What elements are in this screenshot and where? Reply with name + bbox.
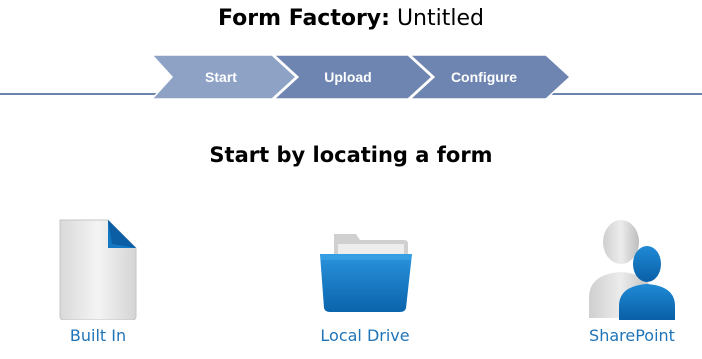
users-icon — [589, 220, 675, 320]
document-name: Untitled — [396, 6, 484, 31]
app-name: Form Factory: — [218, 6, 390, 31]
built-in-label: Built In — [69, 326, 127, 345]
sharepoint-label: SharePoint — [589, 326, 675, 345]
source-built-in[interactable]: Built In — [48, 214, 148, 346]
step-configure[interactable]: Configure — [408, 55, 572, 99]
document-icon — [59, 219, 137, 320]
local-drive-label: Local Drive — [320, 326, 410, 345]
source-sharepoint[interactable]: SharePoint — [570, 214, 694, 346]
step-start[interactable]: Start — [150, 55, 298, 99]
source-local-drive[interactable]: Local Drive — [300, 214, 430, 346]
section-heading: Start by locating a form — [209, 143, 493, 167]
wizard-stepper: Start Upload Configure — [150, 55, 572, 99]
step-upload-label: Upload — [324, 69, 371, 85]
step-start-label: Start — [205, 69, 237, 85]
page-title: Form Factory: Untitled — [0, 5, 702, 33]
step-configure-label: Configure — [451, 69, 517, 85]
folder-icon — [320, 234, 412, 312]
step-upload[interactable]: Upload — [272, 55, 434, 99]
